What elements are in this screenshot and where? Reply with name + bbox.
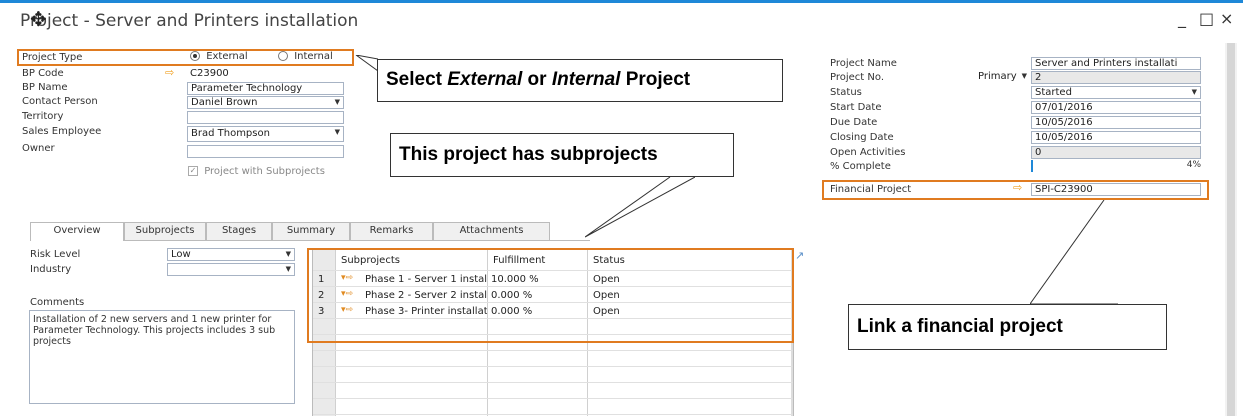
expand-grid-icon[interactable]: ↗: [795, 249, 804, 262]
contact-person-label: Contact Person: [22, 96, 98, 107]
radio-selected-icon: [190, 51, 200, 61]
owner-field[interactable]: [187, 145, 344, 158]
callout-select-pre: Select: [386, 69, 448, 90]
risk-level-dropdown[interactable]: Low: [167, 248, 295, 261]
open-activities-label: Open Activities: [830, 147, 906, 158]
complete-label: % Complete: [830, 161, 891, 172]
callout-select-ext: External: [447, 69, 523, 90]
bp-code-field[interactable]: C23900: [187, 68, 344, 81]
grid-line: [313, 350, 793, 351]
project-name-field[interactable]: Server and Printers installati: [1031, 57, 1201, 70]
vertical-scrollbar[interactable]: [1225, 43, 1237, 416]
due-date-label: Due Date: [830, 117, 878, 128]
territory-label: Territory: [22, 111, 64, 122]
complete-progress: 4%: [1031, 160, 1201, 172]
project-no-label: Project No.: [830, 72, 884, 83]
project-no-field: 2: [1031, 71, 1201, 84]
comments-textarea[interactable]: Installation of 2 new servers and 1 new …: [29, 310, 295, 404]
callout-select-int: Internal: [551, 69, 621, 90]
internal-radio[interactable]: Internal: [278, 51, 333, 62]
territory-field[interactable]: [187, 111, 344, 124]
status-dropdown[interactable]: Started: [1031, 86, 1201, 99]
bp-name-label: BP Name: [22, 82, 68, 93]
callout-select-type: Select External or Internal Project: [377, 59, 783, 102]
grid-line: [313, 366, 793, 367]
sales-employee-dropdown[interactable]: Brad Thompson: [187, 126, 344, 142]
bp-code-label: BP Code: [22, 68, 64, 79]
complete-value: 4%: [1186, 160, 1201, 170]
tab-subprojects[interactable]: Subprojects: [124, 222, 206, 240]
external-radio-label: External: [206, 51, 248, 62]
tab-remarks[interactable]: Remarks: [350, 222, 433, 240]
bp-name-field[interactable]: Parameter Technology: [187, 82, 344, 95]
maximize-button[interactable]: □: [1199, 9, 1214, 28]
minimize-button[interactable]: _: [1178, 9, 1186, 28]
grid-line: [313, 382, 793, 383]
comments-label: Comments: [30, 297, 85, 308]
subprojects-highlight: [307, 248, 794, 343]
link-arrow-icon[interactable]: ⇨: [1013, 181, 1022, 194]
internal-radio-label: Internal: [294, 51, 333, 62]
callout-select-post: Project: [620, 69, 691, 90]
risk-level-label: Risk Level: [30, 249, 81, 260]
close-button[interactable]: ×: [1220, 9, 1233, 28]
checkmark-icon: ✓: [188, 166, 198, 176]
industry-dropdown[interactable]: [167, 263, 295, 276]
owner-label: Owner: [22, 143, 55, 154]
link-arrow-icon[interactable]: ⇨: [165, 66, 174, 79]
due-date-field[interactable]: 10/05/2016: [1031, 116, 1201, 129]
radio-unselected-icon: [278, 51, 288, 61]
status-label: Status: [830, 87, 862, 98]
project-name-label: Project Name: [830, 58, 897, 69]
closing-date-field[interactable]: 10/05/2016: [1031, 131, 1201, 144]
subprojects-checkbox-label: Project with Subprojects: [204, 166, 325, 177]
financial-project-field[interactable]: SPI-C23900: [1031, 183, 1201, 196]
callout-subprojects-pointer: [585, 177, 695, 238]
grid-line: [313, 398, 793, 399]
tab-attachments[interactable]: Attachments: [433, 222, 550, 240]
start-date-label: Start Date: [830, 102, 882, 113]
project-window: Project - Server and Printers installati…: [0, 0, 1243, 416]
scrollbar-thumb[interactable]: [1227, 43, 1235, 416]
window-title: Project - Server and Printers installati…: [20, 11, 359, 31]
subprojects-checkbox[interactable]: ✓ Project with Subprojects: [188, 166, 325, 177]
project-type-label: Project Type: [22, 52, 83, 63]
callout-financial: Link a financial project: [848, 304, 1167, 350]
callout-financial-pointer: [1030, 200, 1118, 305]
callout-subprojects: This project has subprojects: [390, 133, 734, 177]
callout-select-mid: or: [522, 69, 552, 90]
cursor-icon: ✥: [30, 7, 47, 31]
sales-employee-label: Sales Employee: [22, 126, 102, 137]
callout-pointer: [355, 55, 378, 72]
tab-stages[interactable]: Stages: [206, 222, 272, 240]
start-date-field[interactable]: 07/01/2016: [1031, 101, 1201, 114]
external-radio[interactable]: External: [190, 51, 248, 62]
financial-project-label: Financial Project: [830, 184, 912, 195]
tab-summary[interactable]: Summary: [272, 222, 350, 240]
industry-label: Industry: [30, 264, 72, 275]
open-activities-field: 0: [1031, 146, 1201, 159]
grid-line: [313, 414, 793, 415]
series-dropdown[interactable]: Primary: [975, 71, 1030, 84]
tab-overview[interactable]: Overview: [30, 222, 124, 241]
complete-progress-fill: [1031, 160, 1033, 172]
contact-person-dropdown[interactable]: Daniel Brown: [187, 96, 344, 109]
closing-date-label: Closing Date: [830, 132, 894, 143]
